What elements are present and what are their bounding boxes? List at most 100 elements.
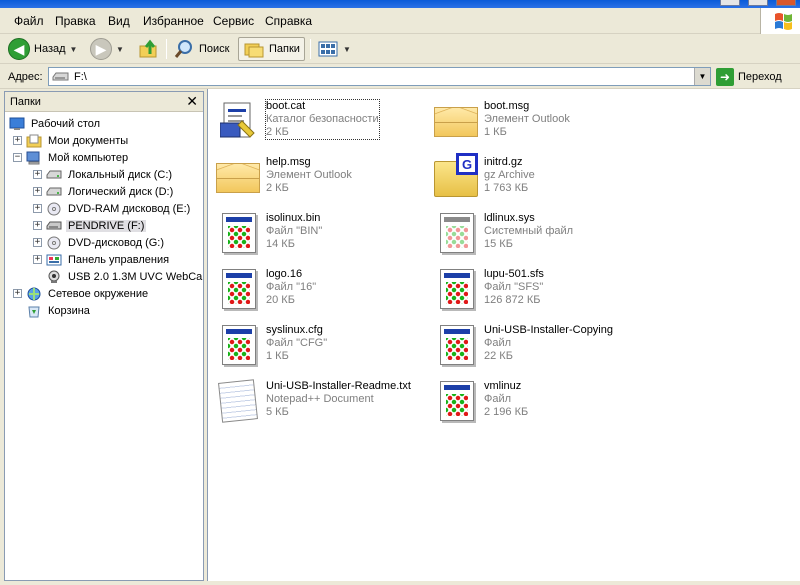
security-catalog-icon: [214, 97, 262, 145]
tree-item-label: Корзина: [48, 304, 90, 317]
file-item[interactable]: lupu-501.sfs Файл "SFS" 126 872 КБ: [432, 265, 544, 317]
folders-button[interactable]: Папки: [238, 37, 305, 61]
expand-icon[interactable]: +: [13, 136, 22, 145]
file-size: 126 872 КБ: [484, 294, 541, 306]
forward-dropdown-icon[interactable]: ▼: [116, 45, 124, 54]
minimize-button[interactable]: [720, 0, 740, 6]
forward-arrow-icon: ▶: [90, 38, 112, 60]
file-item[interactable]: syslinux.cfg Файл "CFG" 1 КБ: [214, 321, 327, 373]
toolbar: ◀ Назад ▼ ▶ ▼ Поиск Папки ▼: [0, 34, 800, 64]
file-item[interactable]: isolinux.bin Файл "BIN" 14 КБ: [214, 209, 322, 261]
expand-icon[interactable]: +: [33, 238, 42, 247]
file-size: 2 196 КБ: [484, 406, 529, 418]
file-item[interactable]: Ginitrd.gz gz Archive 1 763 КБ: [432, 153, 535, 205]
collapse-icon[interactable]: −: [13, 153, 22, 162]
tree-item[interactable]: − Мой компьютер: [13, 149, 130, 166]
file-type: Системный файл: [484, 225, 574, 237]
title-bar: [0, 0, 800, 8]
expand-icon[interactable]: +: [33, 204, 42, 213]
menu-file[interactable]: Файл: [14, 14, 44, 28]
folders-pane: Папки ✕ Рабочий стол + Мои документы − Мой к…: [4, 91, 204, 581]
file-item[interactable]: boot.msg Элемент Outlook 1 КБ: [432, 97, 570, 149]
network-icon: [26, 287, 42, 301]
address-dropdown-button[interactable]: ▼: [694, 68, 710, 85]
address-input[interactable]: F:\ ▼: [48, 67, 711, 86]
expand-icon[interactable]: +: [13, 289, 22, 298]
close-window-button[interactable]: [776, 0, 796, 6]
file-type: Notepad++ Document: [266, 393, 374, 405]
tree-item-label: Мой компьютер: [48, 151, 129, 164]
tree-item[interactable]: + Сетевое окружение: [13, 285, 150, 302]
file-item[interactable]: logo.16 Файл "16" 20 КБ: [214, 265, 316, 317]
tree-item[interactable]: USB 2.0 1.3M UVC WebCam: [33, 268, 203, 285]
file-item[interactable]: vmlinuz Файл 2 196 КБ: [432, 377, 528, 429]
tree-item[interactable]: Корзина: [13, 302, 92, 319]
windows-flag-icon: [775, 13, 792, 30]
forward-button[interactable]: ▶ ▼: [90, 37, 124, 61]
file-name: help.msg: [266, 156, 311, 168]
file-size: 15 КБ: [484, 238, 513, 250]
file-size: 20 КБ: [266, 294, 295, 306]
my-computer-icon: [26, 151, 42, 165]
file-type: Элемент Outlook: [266, 169, 352, 181]
address-label: Адрес:: [8, 71, 43, 83]
file-item[interactable]: boot.cat Каталог безопасности 2 КБ: [214, 97, 380, 149]
file-name: isolinux.bin: [266, 212, 321, 224]
file-details: boot.msg Элемент Outlook 1 КБ: [484, 100, 570, 139]
removable-drive-icon: [46, 219, 62, 233]
tree-item-label: Рабочий стол: [31, 117, 101, 130]
maximize-button[interactable]: [748, 0, 768, 6]
tree-item[interactable]: Рабочий стол: [9, 115, 102, 132]
folders-pane-header: Папки ✕: [5, 92, 203, 112]
views-dropdown-icon[interactable]: ▼: [343, 45, 351, 54]
notepad-document-icon: [214, 377, 262, 425]
tree-item-label: Мои документы: [48, 134, 129, 147]
up-folder-button[interactable]: [138, 37, 160, 61]
tree-item[interactable]: + DVD-дисковод (G:): [33, 234, 166, 251]
menu-view[interactable]: Вид: [108, 14, 130, 28]
file-size: 1 КБ: [484, 126, 507, 138]
tree-item[interactable]: + PENDRIVE (F:): [33, 217, 147, 234]
menu-tools[interactable]: Сервис: [213, 14, 254, 28]
tree-item[interactable]: + Мои документы: [13, 132, 130, 149]
hard-drive-icon: [46, 168, 62, 182]
menu-help[interactable]: Справка: [265, 14, 312, 28]
file-type: Файл "BIN": [266, 225, 323, 237]
expand-icon[interactable]: +: [33, 170, 42, 179]
tree-item[interactable]: + DVD-RAM дисковод (E:): [33, 200, 192, 217]
tree-item[interactable]: + Панель управления: [33, 251, 171, 268]
files-pane: boot.cat Каталог безопасности 2 КБ boot.msg…: [207, 89, 800, 581]
file-item[interactable]: Uni-USB-Installer-Readme.txt Notepad++ Do…: [214, 377, 411, 429]
file-size: 14 КБ: [266, 238, 295, 250]
file-size: 1 КБ: [266, 350, 289, 362]
file-item[interactable]: help.msg Элемент Outlook 2 КБ: [214, 153, 352, 205]
file-item[interactable]: Uni-USB-Installer-Copying Файл 22 КБ: [432, 321, 613, 373]
views-button[interactable]: ▼: [317, 37, 351, 61]
back-dropdown-icon[interactable]: ▼: [70, 45, 78, 54]
tree-item-label: Сетевое окружение: [48, 287, 149, 300]
file-type: Элемент Outlook: [484, 113, 570, 125]
expand-icon[interactable]: +: [33, 187, 42, 196]
windows-logo: [760, 8, 800, 35]
search-button[interactable]: Поиск: [173, 37, 229, 61]
menu-edit[interactable]: Правка: [55, 14, 96, 28]
file-details: Uni-USB-Installer-Copying Файл 22 КБ: [484, 324, 613, 363]
file-details: initrd.gz gz Archive 1 763 КБ: [484, 156, 535, 195]
tree-item-label: PENDRIVE (F:): [66, 219, 147, 232]
back-button[interactable]: ◀ Назад ▼: [8, 37, 77, 61]
tree-item[interactable]: + Локальный диск (C:): [33, 166, 174, 183]
menu-favorites[interactable]: Избранное: [143, 14, 204, 28]
file-name: boot.msg: [484, 100, 530, 112]
file-item[interactable]: ldlinux.sys Системный файл 15 КБ: [432, 209, 573, 261]
file-size: 2 КБ: [266, 182, 289, 194]
file-details: ldlinux.sys Системный файл 15 КБ: [484, 212, 573, 251]
tree-item[interactable]: + Логический диск (D:): [33, 183, 175, 200]
my-documents-icon: [26, 134, 42, 148]
generic-file-icon: [432, 265, 480, 313]
dvd-drive-icon: [46, 202, 62, 216]
address-bar: Адрес: F:\ ▼ ➜ Переход: [0, 65, 800, 89]
expand-icon[interactable]: +: [33, 221, 42, 230]
go-button[interactable]: ➜ Переход: [716, 68, 782, 86]
close-pane-icon[interactable]: ✕: [186, 93, 198, 110]
expand-icon[interactable]: +: [33, 255, 42, 264]
